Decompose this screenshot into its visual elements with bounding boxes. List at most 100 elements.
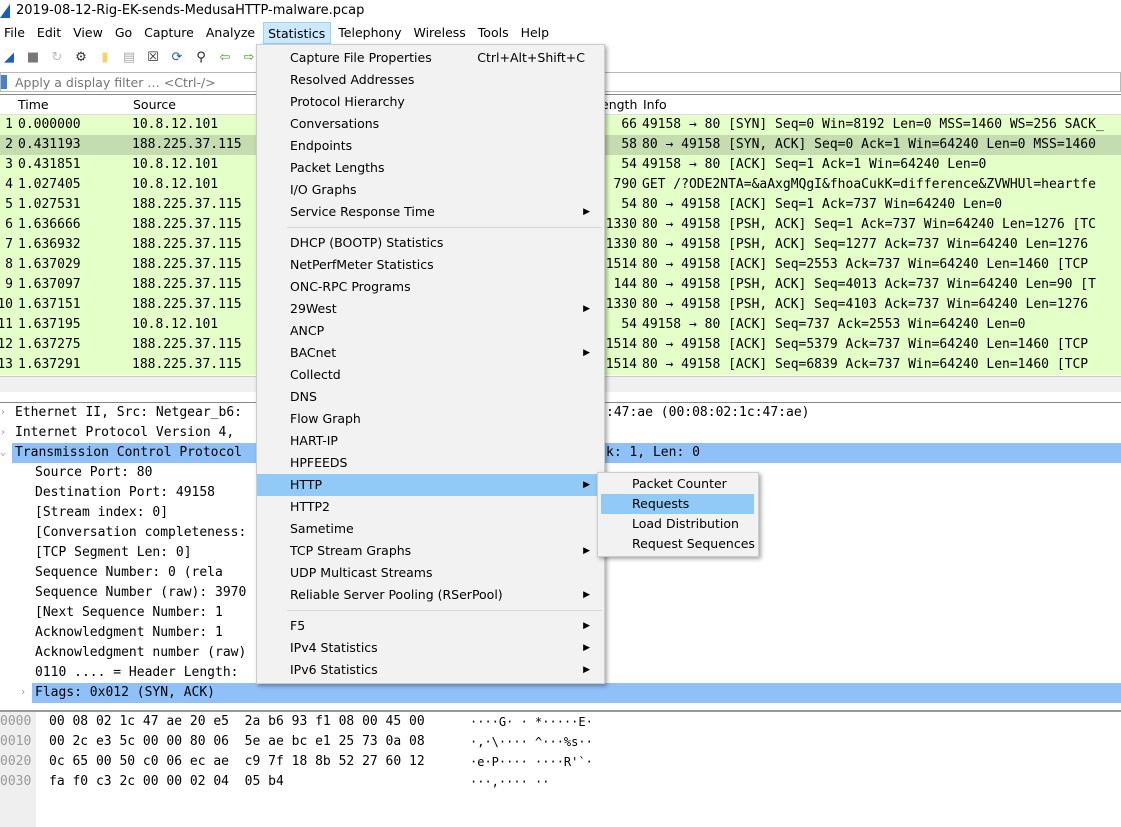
submenu-item-load-distribution[interactable]: Load Distribution: [598, 514, 758, 534]
menu-analyze[interactable]: Analyze: [202, 22, 260, 44]
menu-item-ipv4-statistics[interactable]: IPv4 Statistics ▶: [257, 637, 604, 659]
menu-help[interactable]: Help: [517, 22, 555, 44]
packet-info: 49158 → 80 [SYN] Seq=0 Win=8192 Len=0 MS…: [642, 117, 1104, 132]
menu-item-sametime[interactable]: Sametime: [257, 518, 604, 540]
menu-item-resolved-addresses[interactable]: Resolved Addresses: [257, 69, 604, 91]
menu-view[interactable]: View: [69, 22, 108, 44]
menu-telephony[interactable]: Telephony: [334, 22, 406, 44]
menu-item-http2[interactable]: HTTP2: [257, 496, 604, 518]
menu-wireless[interactable]: Wireless: [409, 22, 470, 44]
collapsed-arrow-icon[interactable]: ›: [20, 683, 32, 703]
menu-statistics[interactable]: Statistics: [263, 22, 332, 44]
menu-item-ipv6-statistics[interactable]: IPv6 Statistics ▶: [257, 659, 604, 681]
window-title: 2019-08-12-Rig-EK-sends-MedusaHTTP-malwa…: [16, 3, 365, 18]
packet-time: 1.637195: [18, 317, 81, 332]
menu-item-tcp-stream-graphs[interactable]: TCP Stream Graphs ▶: [257, 540, 604, 562]
packet-number: 5: [5, 197, 13, 212]
column-source[interactable]: Source: [133, 97, 176, 112]
packet-number: 2: [5, 137, 13, 152]
hex-bytes[interactable]: 00 2c e3 5c 00 00 80 06 5e ae bc e1 25 7…: [49, 732, 425, 752]
hex-ascii[interactable]: ·,·\···· ^···%s··: [470, 732, 593, 752]
menu-item-dhcp-bootp-statistics[interactable]: DHCP (BOOTP) Statistics: [257, 232, 604, 254]
menu-item-endpoints[interactable]: Endpoints: [257, 135, 604, 157]
menu-item-packet-lengths[interactable]: Packet Lengths: [257, 157, 604, 179]
packet-length: 1514: [605, 257, 637, 272]
hex-ascii[interactable]: ·e·P···· ····R'`·: [470, 752, 593, 772]
restart-icon[interactable]: ↻: [48, 49, 66, 67]
packet-source: 10.8.12.101: [132, 117, 219, 132]
options-gear-icon[interactable]: ⚙: [72, 49, 90, 67]
menu-item-protocol-hierarchy[interactable]: Protocol Hierarchy: [257, 91, 604, 113]
menu-separator: [287, 227, 602, 228]
hex-ascii[interactable]: ···,···· ··: [470, 772, 549, 792]
submenu-item-requests[interactable]: Requests: [601, 494, 754, 514]
menu-item-f5[interactable]: F5 ▶: [257, 615, 604, 637]
column-time[interactable]: Time: [18, 97, 49, 112]
submenu-item-packet-counter[interactable]: Packet Counter: [598, 474, 758, 494]
menu-item-bacnet[interactable]: BACnet ▶: [257, 342, 604, 364]
hex-bytes[interactable]: 00 08 02 1c 47 ae 20 e5 2a b6 93 f1 08 0…: [49, 712, 425, 732]
menu-item-netperfmeter-statistics[interactable]: NetPerfMeter Statistics: [257, 254, 604, 276]
hex-offset: 0020: [0, 754, 32, 769]
menu-item-dns[interactable]: DNS: [257, 386, 604, 408]
packet-info: 80 → 49158 [ACK] Seq=2553 Ack=737 Win=64…: [642, 257, 1089, 272]
packet-info: 80 → 49158 [ACK] Seq=1 Ack=737 Win=64240…: [642, 197, 1003, 212]
menu-edit[interactable]: Edit: [33, 22, 66, 44]
menu-go[interactable]: Go: [111, 22, 137, 44]
detail-text: [Stream index: 0]: [35, 505, 169, 520]
packet-source: 188.225.37.115: [132, 337, 242, 352]
menu-item-http[interactable]: HTTP ▶: [257, 474, 604, 496]
menu-tools[interactable]: Tools: [474, 22, 514, 44]
hex-bytes[interactable]: 0c 65 00 50 c0 06 ec ae c9 7f 18 8b 52 2…: [49, 752, 425, 772]
menu-item-label: IPv6 Statistics: [290, 662, 378, 677]
menu-item-i-o-graphs[interactable]: I/O Graphs: [257, 179, 604, 201]
menu-item-label: Service Response Time: [290, 204, 435, 219]
packet-number: 12: [0, 337, 13, 352]
submenu-item-request-sequences[interactable]: Request Sequences: [598, 534, 758, 554]
bookmark-icon[interactable]: [1, 75, 7, 89]
packet-time: 1.637275: [18, 337, 81, 352]
shark-fin-start-icon[interactable]: ◢: [0, 49, 18, 67]
open-file-icon[interactable]: ▮: [96, 49, 114, 67]
reload-icon[interactable]: ⟳: [168, 49, 186, 67]
menu-item-hpfeeds[interactable]: HPFEEDS: [257, 452, 604, 474]
menu-item-capture-file-properties[interactable]: Capture File Properties Ctrl+Alt+Shift+C: [257, 47, 604, 69]
menu-item-ancp[interactable]: ANCP: [257, 320, 604, 342]
stop-icon[interactable]: ■: [24, 49, 42, 67]
menu-item-hart-ip[interactable]: HART-IP: [257, 430, 604, 452]
column-info[interactable]: Info: [643, 97, 667, 112]
detail-row[interactable]: › Flags: 0x012 (SYN, ACK): [0, 683, 1121, 703]
menu-item-conversations[interactable]: Conversations: [257, 113, 604, 135]
packet-length: 1330: [605, 297, 637, 312]
menu-item-label: DNS: [290, 389, 317, 404]
menu-item-reliable-server-pooling-rserpool[interactable]: Reliable Server Pooling (RSerPool) ▶: [257, 584, 604, 606]
find-icon[interactable]: ⚲: [192, 49, 210, 67]
menu-item-collectd[interactable]: Collectd: [257, 364, 604, 386]
packet-number: 10: [0, 297, 13, 312]
menu-item-29west[interactable]: 29West ▶: [257, 298, 604, 320]
menu-item-udp-multicast-streams[interactable]: UDP Multicast Streams: [257, 562, 604, 584]
collapsed-arrow-icon[interactable]: ›: [0, 423, 12, 443]
menu-item-flow-graph[interactable]: Flow Graph: [257, 408, 604, 430]
expanded-arrow-icon[interactable]: ⌄: [0, 443, 12, 463]
collapsed-arrow-icon[interactable]: ›: [0, 403, 12, 423]
detail-text: Acknowledgment Number: 1: [35, 625, 223, 640]
detail-text: [Conversation completeness:: [35, 525, 247, 540]
menu-item-label: UDP Multicast Streams: [290, 565, 433, 580]
detail-text: Flags: 0x012 (SYN, ACK): [35, 685, 216, 700]
save-file-icon[interactable]: ▤: [120, 49, 138, 67]
menu-file[interactable]: File: [0, 22, 30, 44]
packet-source: 188.225.37.115: [132, 277, 242, 292]
close-file-icon[interactable]: ☒: [144, 49, 162, 67]
menu-item-service-response-time[interactable]: Service Response Time ▶: [257, 201, 604, 223]
packet-length: 1330: [605, 217, 637, 232]
menu-item-label: Sametime: [290, 521, 354, 536]
detail-text: [TCP Segment Len: 0]: [35, 545, 192, 560]
hex-bytes[interactable]: fa f0 c3 2c 00 00 02 04 05 b4: [49, 772, 284, 792]
column-length[interactable]: ength: [601, 97, 637, 112]
menu-item-onc-rpc-programs[interactable]: ONC-RPC Programs: [257, 276, 604, 298]
back-arrow-icon[interactable]: ⇦: [216, 49, 234, 67]
menu-capture[interactable]: Capture: [140, 22, 199, 44]
submenu-arrow-icon: ▶: [583, 665, 590, 675]
hex-ascii[interactable]: ····G· · *·····E·: [470, 712, 593, 732]
